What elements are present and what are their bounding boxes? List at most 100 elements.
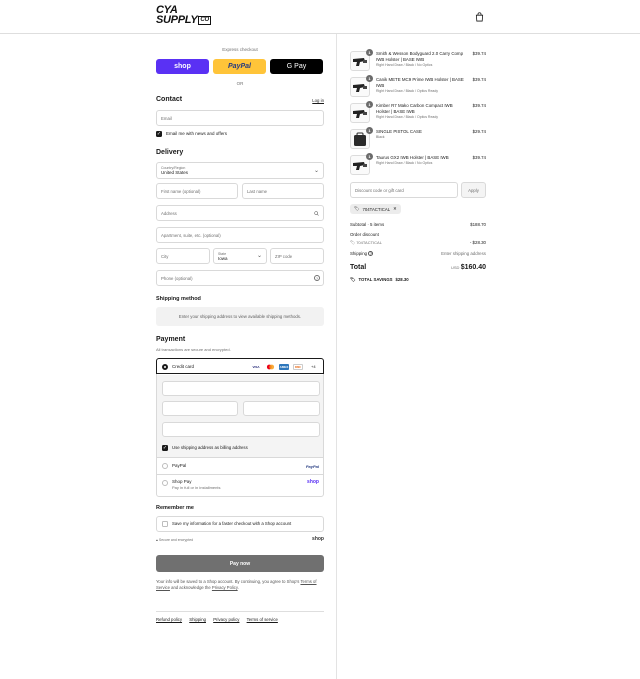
shipping-value: Enter shipping address	[441, 251, 486, 256]
item-price: $39.74	[472, 51, 486, 56]
item-variant: Right Hand Draw / Black / No Optics	[376, 161, 433, 165]
zip-field[interactable]: ZIP code	[270, 248, 324, 264]
quantity-badge: 1	[366, 49, 373, 56]
order-discount-label: Order discount	[350, 232, 379, 237]
paypal-button[interactable]: PayPal	[213, 59, 266, 74]
privacy-policy-footer-link[interactable]: Privacy policy	[213, 617, 239, 622]
product-thumbnail: 1	[350, 75, 373, 97]
tag-icon: 🏷︎	[350, 277, 356, 282]
delivery-title: Delivery	[156, 149, 184, 156]
item-title: Kimber R7 Mako Carbon Compact IWB Holste…	[376, 103, 453, 114]
secure-note: 🔒︎ Secure and encrypted	[156, 538, 193, 542]
name-on-card-field[interactable]	[162, 422, 320, 437]
discount-code-field[interactable]: Discount code or gift card	[350, 182, 458, 198]
privacy-policy-link[interactable]: Privacy Policy	[212, 585, 238, 590]
discover-icon: DISC	[293, 364, 303, 370]
product-thumbnail: 1	[350, 49, 373, 71]
lock-icon: 🔒︎	[156, 538, 158, 542]
google-pay-button[interactable]: G Pay	[270, 59, 323, 74]
shop-pay-logo: shop	[307, 479, 319, 485]
last-name-placeholder: Last name	[247, 188, 268, 194]
paypal-option[interactable]: PayPal PayPal	[157, 458, 323, 474]
country-value: United States	[161, 170, 189, 175]
shipping-link[interactable]: Shipping	[189, 617, 206, 622]
apartment-field[interactable]: Apartment, suite, etc. (optional)	[156, 227, 324, 243]
order-discount-code-row: 🏷︎ 704TACTICAL - $28.30	[350, 240, 486, 245]
state-select[interactable]: State Iowa ⌄	[213, 248, 267, 264]
security-code-field[interactable]	[243, 401, 320, 416]
refund-policy-link[interactable]: Refund policy	[156, 617, 182, 622]
order-summary: 1 Smith & Wesson Bodyguard 2.0 Carry Com…	[336, 34, 640, 679]
total-savings-label: TOTAL SAVINGS	[358, 277, 393, 282]
shop-pay-button[interactable]: shop	[156, 59, 209, 74]
shop-logo: shop	[312, 536, 324, 542]
item-title: SINGLE PISTOL CASE	[376, 129, 422, 134]
cart-item: 1 SINGLE PISTOL CASE Black $29.74	[350, 127, 486, 149]
item-price: $39.74	[472, 155, 486, 160]
or-divider: OR	[236, 81, 244, 86]
legal-period: .	[237, 585, 239, 590]
item-variant: Right Hand Draw / Black / Optics Ready	[376, 115, 439, 119]
email-placeholder: Email	[161, 115, 172, 121]
state-value: Iowa	[218, 255, 228, 261]
legal-and-text: and acknowledge the	[171, 585, 211, 590]
credit-card-radio[interactable]	[162, 364, 168, 370]
subtotal-row: Subtotal · 5 items $188.70	[350, 222, 486, 227]
shipping-method-title: Shipping method	[156, 296, 201, 302]
remember-me-box[interactable]: Save my information for a faster checkou…	[156, 516, 324, 532]
first-name-field[interactable]: First name (optional)	[156, 183, 238, 199]
paypal-option-label: PayPal	[172, 463, 187, 468]
apply-discount-button[interactable]: Apply	[461, 182, 486, 198]
newsletter-checkbox[interactable]: ✓	[156, 131, 162, 137]
shop-pay-radio[interactable]	[162, 480, 168, 486]
item-price: $39.74	[472, 103, 486, 108]
item-price: $29.74	[472, 129, 486, 134]
tag-icon: 🏷︎	[350, 240, 356, 245]
contact-title: Contact	[156, 96, 183, 103]
shop-pay-option[interactable]: Shop Pay Pay in full or in installments …	[157, 475, 323, 497]
order-discount-row: Order discount	[350, 232, 486, 237]
expiration-field[interactable]	[162, 401, 238, 416]
country-select[interactable]: Country/Region United States ⌄	[156, 162, 324, 179]
last-name-field[interactable]: Last name	[242, 183, 324, 199]
shop-pay-label: Shop Pay	[172, 479, 192, 484]
item-title: Taurus GX2 IWB Holster | BASE IWB	[376, 155, 449, 160]
total-row: Total USD $160.40	[350, 264, 486, 271]
email-field[interactable]: Email	[156, 110, 324, 126]
phone-placeholder: Phone (optional)	[161, 275, 193, 281]
city-placeholder: City	[161, 253, 169, 259]
item-title: Canik METE MC9 Prime IWB Holster | BASE …	[376, 77, 464, 88]
item-variant: Black	[376, 135, 385, 139]
mastercard-icon	[265, 364, 275, 370]
cart-item: 1 Kimber R7 Mako Carbon Compact IWB Hols…	[350, 101, 486, 123]
total-currency: USD	[451, 265, 460, 270]
close-icon[interactable]: ✕	[393, 206, 397, 212]
billing-same-checkbox[interactable]: ✓	[162, 445, 168, 451]
phone-field[interactable]: Phone (optional) ?	[156, 270, 324, 286]
order-discount-code: 704TACTICAL	[356, 240, 382, 245]
paypal-radio[interactable]	[162, 463, 168, 469]
shipping-method-info: Enter your shipping address to view avai…	[156, 307, 324, 326]
cya-supply-logo[interactable]: CYA SUPPLY CO	[156, 5, 222, 28]
help-icon[interactable]: ?	[314, 275, 320, 281]
total-savings-row: 🏷︎ TOTAL SAVINGS $28.30	[350, 277, 486, 283]
remember-me-label: Save my information for a faster checkou…	[172, 521, 292, 526]
product-thumbnail: 1	[350, 101, 373, 123]
address-field[interactable]: Address	[156, 205, 324, 221]
login-link[interactable]: Log in	[312, 98, 324, 103]
terms-of-service-footer-link[interactable]: Terms of service	[247, 617, 278, 622]
credit-card-option[interactable]: Credit card VISA AMEX DISC +4	[156, 358, 324, 374]
product-thumbnail: 1	[350, 153, 373, 175]
apartment-placeholder: Apartment, suite, etc. (optional)	[161, 232, 221, 238]
item-variant: Right Hand Draw / Black / No Optics	[376, 63, 433, 67]
total-label: Total	[350, 264, 367, 271]
help-icon[interactable]: ?	[368, 251, 374, 256]
order-discount-value: - $28.30	[469, 240, 486, 245]
pay-now-button[interactable]: Pay now	[156, 555, 324, 572]
first-name-placeholder: First name (optional)	[161, 188, 201, 194]
city-field[interactable]: City	[156, 248, 210, 264]
shopping-bag-icon[interactable]	[475, 12, 484, 22]
remember-me-checkbox[interactable]	[162, 521, 168, 527]
amex-icon: AMEX	[279, 364, 289, 370]
card-number-field[interactable]	[162, 381, 320, 396]
